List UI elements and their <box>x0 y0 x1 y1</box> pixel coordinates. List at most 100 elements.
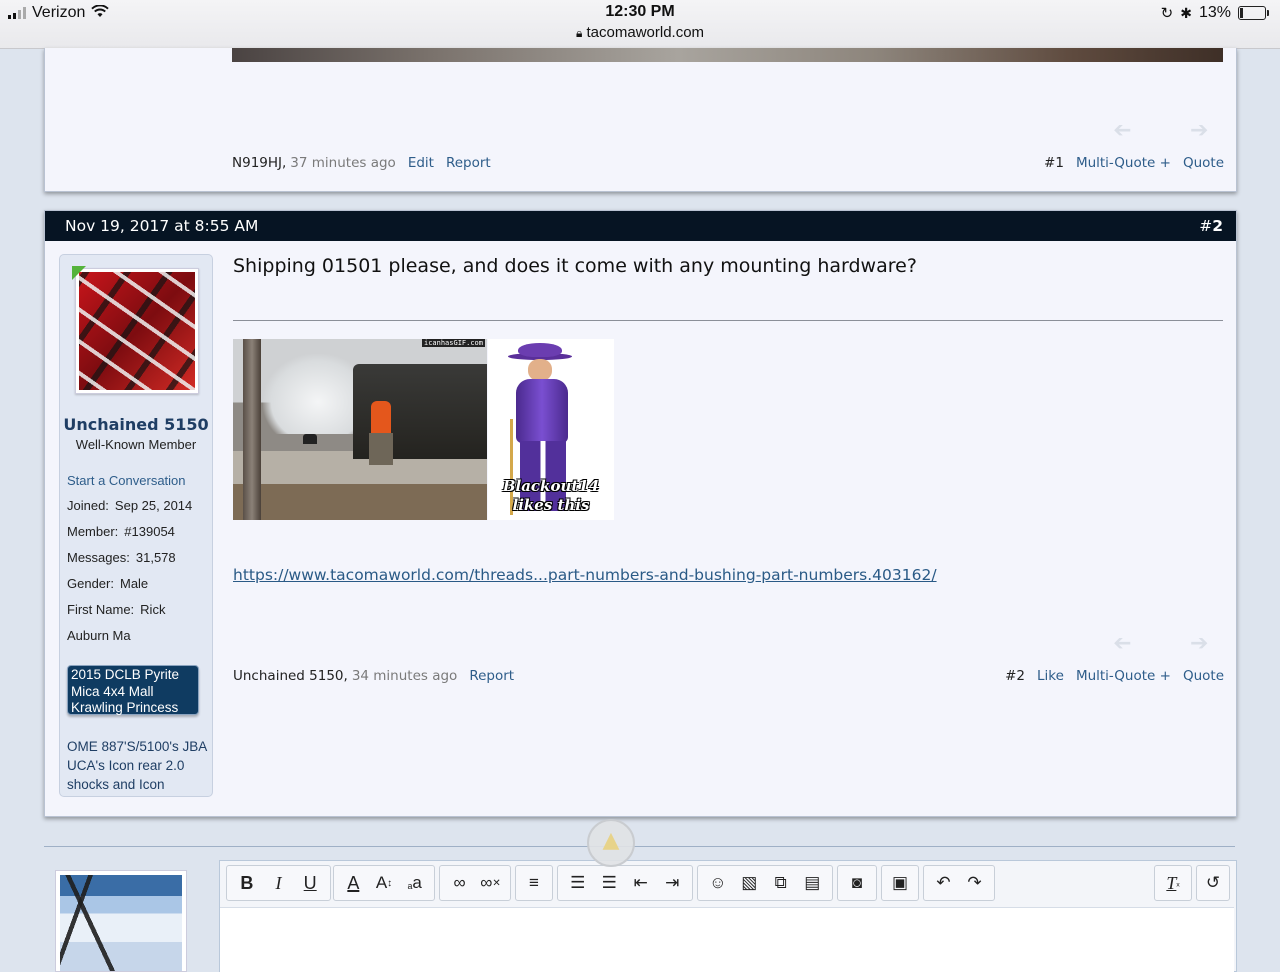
avatar-image <box>79 272 195 390</box>
remove-format-icon[interactable]: Tₓ <box>1159 868 1187 898</box>
thread-link[interactable]: https://www.tacomaworld.com/threads...pa… <box>233 566 937 584</box>
next-arrow-icon[interactable]: ➔ <box>1190 118 1208 143</box>
user-field-gender: Gender: Male <box>67 576 148 591</box>
post-author[interactable]: N919HJ, <box>232 155 286 171</box>
save-icon[interactable]: ▣ <box>886 868 914 898</box>
outdent-icon[interactable]: ⇤ <box>625 868 657 898</box>
quote-link[interactable]: Quote <box>1183 155 1224 171</box>
report-link[interactable]: Report <box>446 155 491 171</box>
post-number-value: 2 <box>1212 217 1223 235</box>
multi-quote-link[interactable]: Multi-Quote + <box>1076 668 1171 684</box>
toolbar-group-align: ≡ <box>515 865 553 901</box>
bold-icon[interactable]: B <box>231 868 263 898</box>
prev-arrow-icon[interactable]: ➔ <box>1113 631 1131 656</box>
italic-icon[interactable]: I <box>263 868 295 898</box>
vehicle-badge: 2015 DCLB Pyrite Mica 4x4 Mall Krawling … <box>67 665 199 715</box>
reply-textarea[interactable] <box>220 907 1234 972</box>
scroll-to-top-button[interactable]: ▲ <box>587 819 635 867</box>
toolbar-group-lists: ☰ ☰ ⇤ ⇥ <box>557 865 693 901</box>
post-2-meta: Unchained 5150, 34 minutes ago Report <box>233 668 514 684</box>
media-icon[interactable]: ⧉ <box>765 868 797 898</box>
edit-link[interactable]: Edit <box>408 155 434 171</box>
next-arrow-icon[interactable]: ➔ <box>1190 631 1208 656</box>
field-label: Member: <box>67 524 119 539</box>
font-size-icon[interactable]: A ↕ <box>369 868 400 898</box>
field-value: Male <box>119 576 149 591</box>
post-header: Nov 19, 2017 at 8:55 AM #2 <box>45 211 1236 241</box>
message-text: Shipping 01501 please, and does it come … <box>233 255 917 277</box>
post-author[interactable]: Unchained 5150, <box>233 668 348 684</box>
avatar[interactable] <box>75 268 199 394</box>
toolbar-group-font: A A ↕ ₐa <box>333 865 435 901</box>
image-icon[interactable]: ▧ <box>734 868 766 898</box>
toolbar-group-camera: ◙ <box>837 865 877 901</box>
animated-gif-garbage-truck[interactable]: icanhasGIF.com <box>233 339 487 520</box>
field-value[interactable]: 31,578 <box>136 550 176 565</box>
post-permalink[interactable]: #2 <box>1199 217 1223 235</box>
like-link[interactable]: Like <box>1037 668 1064 684</box>
chevron-up-icon: ▲ <box>602 828 620 853</box>
battery-icon <box>1238 6 1269 20</box>
multi-quote-link[interactable]: Multi-Quote + <box>1076 155 1171 171</box>
field-value: Sep 25, 2014 <box>114 498 193 513</box>
toggle-bbcode-icon[interactable]: ↺ <box>1201 868 1225 898</box>
field-value: #139054 <box>124 524 175 539</box>
field-label: Messages: <box>67 550 130 565</box>
avatar-image <box>60 875 182 971</box>
user-title: Well-Known Member <box>75 437 197 452</box>
post-number-prefix: # <box>1199 217 1213 235</box>
field-label: Joined: <box>67 498 109 513</box>
toolbar-group-history: ↶ ↷ <box>923 865 995 901</box>
current-user-avatar[interactable] <box>55 870 187 972</box>
toolbar-group-save: ▣ <box>881 865 919 901</box>
indent-icon[interactable]: ⇥ <box>657 868 689 898</box>
report-link[interactable]: Report <box>469 668 514 684</box>
font-family-icon[interactable]: ₐa <box>399 868 430 898</box>
undo-icon[interactable]: ↶ <box>928 868 959 898</box>
field-label: Gender: <box>67 576 114 591</box>
bullet-list-icon[interactable]: ☰ <box>562 868 594 898</box>
divider <box>233 320 1223 321</box>
post-date: Nov 19, 2017 at 8:55 AM <box>65 217 259 235</box>
smilie-icon[interactable]: ☺ <box>702 868 734 898</box>
clock: 12:30 PM <box>605 3 675 20</box>
url-text: tacomaworld.com <box>586 24 705 41</box>
user-field-member: Member: #139054 <box>67 524 175 539</box>
ios-status-bar: Verizon 12:30 PM 🔒︎ tacomaworld.com ↻ ✱ … <box>0 0 1280 49</box>
likes-this-meme-image[interactable]: Blackout14 likes this <box>488 339 614 520</box>
quote-link[interactable]: Quote <box>1183 668 1224 684</box>
post-time[interactable]: 37 minutes ago <box>290 155 396 171</box>
text-color-icon[interactable]: A <box>338 868 369 898</box>
toolbar-group-toggle: ↺ <box>1196 865 1230 901</box>
post-number[interactable]: #2 <box>1005 668 1025 684</box>
quote-icon[interactable]: ▤ <box>797 868 829 898</box>
username[interactable]: Unchained 5150 <box>60 415 212 434</box>
align-icon[interactable]: ≡ <box>520 868 548 898</box>
toolbar-group-insert: ☺ ▧ ⧉ ▤ <box>697 865 833 901</box>
camera-icon[interactable]: ◙ <box>842 868 872 898</box>
field-value: Rick <box>140 602 166 617</box>
post-1-image <box>232 48 1223 62</box>
numbered-list-icon[interactable]: ☰ <box>594 868 626 898</box>
post-time[interactable]: 34 minutes ago <box>352 668 458 684</box>
link-icon[interactable]: ∞ <box>444 868 475 898</box>
redo-icon[interactable]: ↷ <box>959 868 990 898</box>
post-number[interactable]: #1 <box>1044 155 1064 171</box>
meme-caption: Blackout14 likes this <box>502 477 600 514</box>
editor-toolbar: B I U A A↕ ₐa ∞ ∞✕ ≡ ☰ ☰ ⇤ ⇥ ☺ ▧ ⧉ ▤ ◙ <box>226 865 1230 903</box>
post-2: Nov 19, 2017 at 8:55 AM #2 Unchained 515… <box>44 210 1237 817</box>
rotation-lock-icon: ↻ <box>1160 5 1174 22</box>
post-2-actions: #2 Like Multi-Quote + Quote <box>1005 668 1224 684</box>
user-signature: OME 887'S/5100's JBA UCA's Icon rear 2.0… <box>67 739 207 792</box>
bluetooth-icon: ✱ <box>1180 4 1192 21</box>
underline-icon[interactable]: U <box>294 868 326 898</box>
gif-watermark: icanhasGIF.com <box>421 339 485 347</box>
user-location[interactable]: Auburn Ma <box>67 628 131 643</box>
user-field-joined: Joined: Sep 25, 2014 <box>67 498 192 513</box>
unlink-icon[interactable]: ∞ ✕ <box>475 868 506 898</box>
toolbar-group-format: B I U <box>226 865 331 901</box>
prev-arrow-icon[interactable]: ➔ <box>1113 118 1131 143</box>
lock-icon: 🔒︎ <box>575 26 583 40</box>
start-conversation-link[interactable]: Start a Conversation <box>67 473 186 488</box>
url-bar[interactable]: 🔒︎ tacomaworld.com <box>0 24 1280 41</box>
